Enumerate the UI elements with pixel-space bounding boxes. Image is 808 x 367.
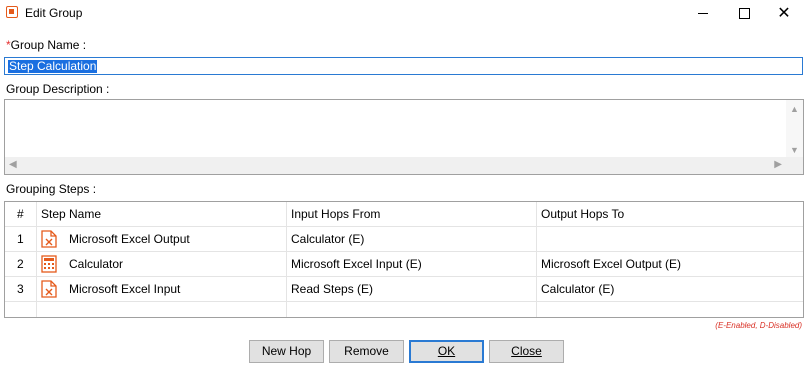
app-icon: [6, 6, 18, 18]
table-row[interactable]: 2 Calculator Microsoft Excel Input (E) M…: [5, 252, 803, 277]
grouping-steps-label: Grouping Steps :: [6, 182, 97, 196]
minimize-icon: [698, 12, 708, 14]
ok-label: OK: [437, 344, 456, 358]
scroll-right-icon[interactable]: ▶: [774, 159, 782, 170]
group-name-value: Step Calculation: [8, 59, 98, 73]
output-hops-cell[interactable]: [537, 227, 803, 251]
header-output-hops[interactable]: Output Hops To: [537, 202, 803, 226]
row-number: 3: [5, 277, 37, 301]
maximize-button[interactable]: [724, 0, 764, 26]
table-row-empty[interactable]: [5, 302, 803, 317]
close-button[interactable]: Close: [489, 340, 564, 363]
input-hops-cell[interactable]: Calculator (E): [287, 227, 537, 251]
step-name-cell[interactable]: Microsoft Excel Output: [37, 227, 287, 251]
output-hops-cell[interactable]: Microsoft Excel Output (E): [537, 252, 803, 276]
output-hops-cell[interactable]: Calculator (E): [537, 277, 803, 301]
window-title: Edit Group: [25, 6, 83, 20]
step-name-cell[interactable]: Calculator: [37, 252, 287, 276]
input-hops-cell[interactable]: Microsoft Excel Input (E): [287, 252, 537, 276]
grouping-steps-table: # Step Name Input Hops From Output Hops …: [4, 201, 804, 318]
step-name: Calculator: [69, 257, 124, 271]
header-input-hops[interactable]: Input Hops From: [287, 202, 537, 226]
scroll-down-icon[interactable]: ▼: [790, 145, 799, 155]
group-description-input[interactable]: ▲ ▼ ◀ ▶: [4, 99, 804, 175]
scroll-up-icon[interactable]: ▲: [790, 104, 799, 114]
excel-input-icon: [41, 280, 57, 298]
excel-output-icon: [41, 230, 57, 248]
close-label: Close: [511, 344, 542, 358]
input-hops-cell[interactable]: Read Steps (E): [287, 277, 537, 301]
row-number: 1: [5, 227, 37, 251]
header-number[interactable]: #: [5, 202, 37, 226]
horizontal-scrollbar[interactable]: ◀ ▶: [5, 157, 786, 174]
maximize-icon: [738, 7, 750, 19]
step-name-cell[interactable]: Microsoft Excel Input: [37, 277, 287, 301]
calculator-icon: [41, 255, 57, 273]
remove-button[interactable]: Remove: [329, 340, 404, 363]
table-row[interactable]: 1 Microsoft Excel Output Calculator (E): [5, 227, 803, 252]
ok-button[interactable]: OK: [409, 340, 484, 363]
hop-status-legend: (E-Enabled, D-Disabled): [715, 321, 802, 330]
minimize-button[interactable]: [683, 0, 723, 26]
close-window-button[interactable]: ✕: [764, 0, 804, 26]
scroll-left-icon[interactable]: ◀: [9, 159, 17, 170]
vertical-scrollbar[interactable]: ▲ ▼: [786, 100, 803, 158]
group-description-label: Group Description :: [6, 82, 110, 96]
table-header-row: # Step Name Input Hops From Output Hops …: [5, 202, 803, 227]
row-number: 2: [5, 252, 37, 276]
close-icon: ✕: [777, 5, 791, 22]
step-name: Microsoft Excel Output: [69, 232, 190, 246]
table-row[interactable]: 3 Microsoft Excel Input Read Steps (E) C…: [5, 277, 803, 302]
group-description-value: [5, 100, 803, 106]
new-hop-button[interactable]: New Hop: [249, 340, 324, 363]
group-name-input[interactable]: Step Calculation: [4, 57, 803, 75]
group-name-label: *Group Name :: [6, 38, 87, 52]
scroll-corner: [786, 157, 803, 174]
title-bar: Edit Group ✕: [0, 0, 808, 26]
header-step-name[interactable]: Step Name: [37, 202, 287, 226]
step-name: Microsoft Excel Input: [69, 282, 181, 296]
